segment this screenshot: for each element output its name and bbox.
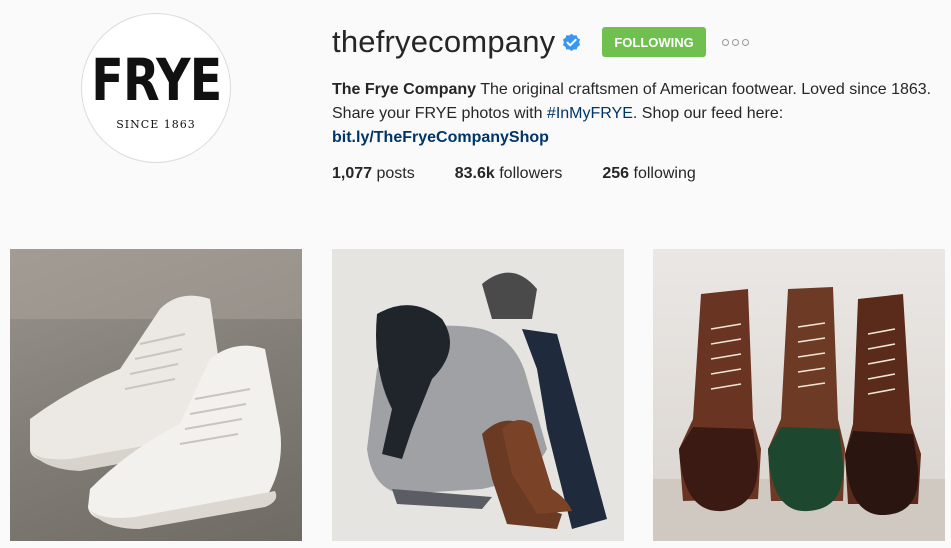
verified-badge-icon [562,33,581,52]
following-button[interactable]: FOLLOWING [602,27,706,57]
profile-stats: 1,077 posts 83.6k followers 256 followin… [332,165,736,183]
followers-count[interactable]: 83.6k followers [455,165,563,183]
profile-username: thefryecompany [332,24,556,59]
profile-header: thefryecompany FOLLOWING [332,22,749,62]
avatar-logo-text: FRYE [90,46,222,114]
posts-count: 1,077 posts [332,165,415,182]
bio-hashtag-link[interactable]: #InMyFRYE [547,105,633,122]
post-thumbnail-outfit[interactable] [332,249,624,541]
post-thumbnail-sneakers[interactable] [10,249,302,541]
following-count[interactable]: 256 following [602,165,695,183]
bio-website-link[interactable]: bit.ly/TheFryeCompanyShop [332,129,549,146]
more-options-icon[interactable] [721,32,749,52]
profile-bio: The Frye Company The original craftsmen … [332,78,932,150]
bio-full-name: The Frye Company [332,81,477,98]
profile-avatar[interactable]: FRYE SINCE 1863 [81,13,231,163]
post-thumbnail-duck-boots[interactable] [653,249,945,541]
avatar-logo-subtitle: SINCE 1863 [116,118,196,131]
bio-text-end: . Shop our feed here: [632,105,784,122]
